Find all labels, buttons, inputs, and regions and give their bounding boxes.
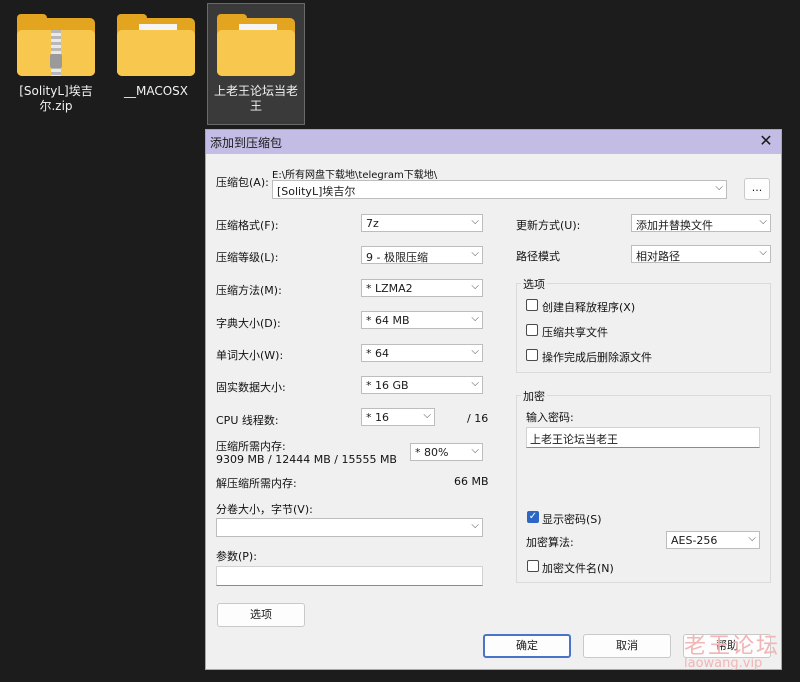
encrypt-names-checkbox[interactable] <box>527 560 539 572</box>
format-label: 压缩格式(F): <box>216 219 279 232</box>
add-to-archive-dialog: 添加到压缩包 ✕ 压缩包(A): E:\所有网盘下载地\telegram下载地\… <box>205 129 782 670</box>
archive-label: 压缩包(A): <box>216 176 269 189</box>
chevron-down-icon: ⌵ <box>471 216 479 227</box>
format-select[interactable]: 7z ⌵ <box>361 214 483 232</box>
options-button[interactable]: 选项 <box>217 603 305 627</box>
chevron-down-icon: ⌵ <box>759 216 767 227</box>
chevron-down-icon: ⌵ <box>471 281 479 292</box>
zip-folder-icon <box>17 14 95 78</box>
password-input[interactable]: 上老王论坛当老王 <box>526 427 760 448</box>
chevron-down-icon: ⌵ <box>759 247 767 258</box>
params-input[interactable] <box>216 566 483 586</box>
method-select[interactable]: * LZMA2 ⌵ <box>361 279 483 297</box>
decomp-value: 66 MB <box>454 475 489 488</box>
close-icon[interactable]: ✕ <box>757 132 775 150</box>
method-label: 压缩方法(M): <box>216 284 282 297</box>
word-value: * 64 <box>366 347 389 360</box>
update-label: 更新方式(U): <box>516 219 581 232</box>
chevron-down-icon: ⌵ <box>748 533 756 544</box>
enc-method-select[interactable]: AES-256 ⌵ <box>666 531 760 549</box>
format-value: 7z <box>366 217 379 230</box>
encrypt-names-label: 加密文件名(N) <box>542 562 614 575</box>
mem-percent-value: * 80% <box>415 446 449 459</box>
folder-icon <box>117 14 195 78</box>
chevron-down-icon: ⌵ <box>423 410 431 421</box>
cpu-select[interactable]: * 16 ⌵ <box>361 408 435 426</box>
chevron-down-icon: ⌵ <box>471 520 479 531</box>
desktop-item-label: 上老王论坛当老王 <box>213 84 298 113</box>
solid-value: * 16 GB <box>366 379 409 392</box>
level-label: 压缩等级(L): <box>216 251 279 264</box>
password-label: 输入密码: <box>526 411 574 424</box>
desktop-item-label: [SolityL]埃吉尔.zip <box>19 84 93 113</box>
volume-select[interactable]: ⌵ <box>216 518 483 537</box>
show-password-label: 显示密码(S) <box>542 513 602 526</box>
enc-method-value: AES-256 <box>671 534 718 547</box>
solid-select[interactable]: * 16 GB ⌵ <box>361 376 483 394</box>
decomp-label: 解压缩所需内存: <box>216 477 297 490</box>
archive-path: E:\所有网盘下载地\telegram下载地\ <box>272 170 438 181</box>
desktop-item-folder-selected[interactable]: 上老王论坛当老王 <box>207 3 305 125</box>
level-value: 9 - 极限压缩 <box>366 251 428 264</box>
folder-icon <box>217 14 295 78</box>
chevron-down-icon: ⌵ <box>715 182 723 193</box>
cpu-total: / 16 <box>467 412 489 425</box>
desktop-item-macosx[interactable]: __MACOSX <box>110 6 202 99</box>
volume-label: 分卷大小，字节(V): <box>216 503 313 516</box>
archive-name-value: [SolityL]埃吉尔 <box>277 185 356 198</box>
word-label: 单词大小(W): <box>216 349 284 362</box>
mem-values: 9309 MB / 12444 MB / 15555 MB <box>216 453 397 466</box>
mem-percent-select[interactable]: * 80% ⌵ <box>410 443 483 461</box>
browse-button[interactable]: ... <box>744 178 770 200</box>
show-password-checkbox[interactable]: ✓ <box>527 511 539 523</box>
dialog-title: 添加到压缩包 <box>210 136 283 150</box>
password-value: 上老王论坛当老王 <box>530 433 618 446</box>
word-select[interactable]: * 64 ⌵ <box>361 344 483 362</box>
delete-checkbox[interactable] <box>526 349 538 361</box>
chevron-down-icon: ⌵ <box>471 378 479 389</box>
enc-method-label: 加密算法: <box>526 536 574 549</box>
archive-name-combo[interactable]: [SolityL]埃吉尔 ⌵ <box>272 180 727 199</box>
chevron-down-icon: ⌵ <box>471 313 479 324</box>
cancel-button[interactable]: 取消 <box>583 634 671 658</box>
path-mode-select[interactable]: 相对路径 ⌵ <box>631 245 771 263</box>
cpu-value: * 16 <box>366 411 389 424</box>
level-select[interactable]: 9 - 极限压缩 ⌵ <box>361 246 483 264</box>
chevron-down-icon: ⌵ <box>471 248 479 259</box>
dialog-titlebar[interactable]: 添加到压缩包 ✕ <box>206 130 781 154</box>
encrypt-group-title: 加密 <box>521 388 547 404</box>
shared-label: 压缩共享文件 <box>542 326 608 339</box>
solid-label: 固实数据大小: <box>216 381 286 394</box>
dict-value: * 64 MB <box>366 314 410 327</box>
sfx-checkbox[interactable] <box>526 299 538 311</box>
desktop-item-label: __MACOSX <box>123 84 188 98</box>
update-value: 添加并替换文件 <box>636 219 713 232</box>
options-group-title: 选项 <box>521 276 547 292</box>
mem-label: 压缩所需内存: <box>216 440 286 453</box>
desktop-item-zip[interactable]: [SolityL]埃吉尔.zip <box>10 6 102 114</box>
method-value: * LZMA2 <box>366 282 413 295</box>
chevron-down-icon: ⌵ <box>471 445 479 456</box>
params-label: 参数(P): <box>216 550 257 563</box>
chevron-down-icon: ⌵ <box>471 346 479 357</box>
shared-checkbox[interactable] <box>526 324 538 336</box>
ok-button[interactable]: 确定 <box>483 634 571 658</box>
update-select[interactable]: 添加并替换文件 ⌵ <box>631 214 771 232</box>
dict-select[interactable]: * 64 MB ⌵ <box>361 311 483 329</box>
watermark-url: laowang.vip <box>684 656 763 671</box>
dict-label: 字典大小(D): <box>216 317 281 330</box>
path-mode-label: 路径模式 <box>516 250 560 263</box>
sfx-label: 创建自释放程序(X) <box>542 301 636 314</box>
cpu-label: CPU 线程数: <box>216 414 279 427</box>
path-mode-value: 相对路径 <box>636 250 680 263</box>
delete-label: 操作完成后删除源文件 <box>542 351 652 364</box>
